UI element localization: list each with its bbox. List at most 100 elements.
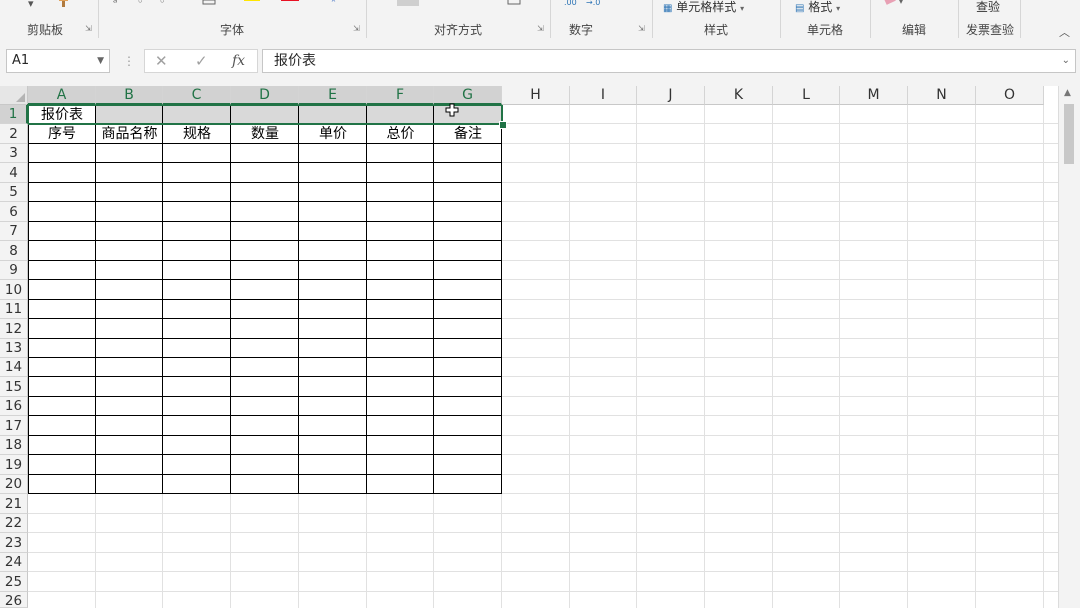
styles-group-label: 样式 xyxy=(703,23,728,37)
row-header-6[interactable]: 6 xyxy=(0,202,28,222)
cell-styles-button[interactable]: ▦ 单元格样式 ▾ xyxy=(663,0,744,15)
fill-handle[interactable] xyxy=(499,121,507,129)
row-header-1[interactable]: 1 xyxy=(0,105,28,124)
format-button[interactable]: ▤ 格式 ▾ xyxy=(795,0,840,15)
column-header-k[interactable]: K xyxy=(705,86,773,105)
row-header-5[interactable]: 5 xyxy=(0,183,28,202)
format-painter-icon[interactable] xyxy=(56,0,72,8)
row-header-23[interactable]: 23 xyxy=(0,533,28,553)
table-border xyxy=(28,299,502,300)
row-header-26[interactable]: 26 xyxy=(0,592,28,609)
scrollbar-thumb[interactable] xyxy=(1064,104,1074,164)
expand-formula-bar-icon[interactable]: ⌄ xyxy=(1062,50,1070,72)
column-header-l[interactable]: L xyxy=(773,86,840,105)
column-header-n[interactable]: N xyxy=(908,86,976,105)
font-color-icon[interactable] xyxy=(279,0,301,6)
column-header-a[interactable]: A xyxy=(28,86,96,105)
row-header-4[interactable]: 4 xyxy=(0,163,28,183)
formula-bar-grip-icon[interactable]: ⋮ xyxy=(123,54,135,68)
dialog-launcher-icon[interactable]: ⇲ xyxy=(353,24,360,33)
scroll-up-icon[interactable]: ▲ xyxy=(1064,88,1071,98)
column-header-c[interactable]: C xyxy=(163,86,231,105)
row-header-22[interactable]: 22 xyxy=(0,514,28,533)
column-header-f[interactable]: F xyxy=(367,86,434,105)
row-header-19[interactable]: 19 xyxy=(0,455,28,475)
header-cell[interactable]: 总价 xyxy=(367,125,434,143)
header-cell[interactable]: 单价 xyxy=(299,125,367,143)
select-all-button[interactable] xyxy=(0,86,28,105)
vertical-scrollbar[interactable]: ▲ xyxy=(1058,86,1080,608)
align-center-icon[interactable] xyxy=(397,0,419,6)
column-header-j[interactable]: J xyxy=(637,86,705,105)
increase-decimal-icon[interactable]: →.0 xyxy=(586,0,600,9)
header-cell[interactable]: 商品名称 xyxy=(96,125,163,143)
column-header-b[interactable]: B xyxy=(96,86,163,105)
column-header-o[interactable]: O xyxy=(976,86,1044,105)
row-header-16[interactable]: 16 xyxy=(0,397,28,416)
column-header-i[interactable]: I xyxy=(570,86,637,105)
ribbon-group-cells: ▤ 格式 ▾ 单元格 xyxy=(781,0,869,40)
name-box[interactable]: A1 ▼ xyxy=(6,49,110,73)
align-right-icon[interactable]: ‾ xyxy=(429,0,435,7)
merge-center-icon[interactable] xyxy=(507,0,521,6)
row-header-21[interactable]: 21 xyxy=(0,494,28,514)
collapse-ribbon-icon[interactable]: ︿ xyxy=(1059,24,1070,40)
gridline xyxy=(28,591,1058,592)
formula-input[interactable]: 报价表 ⌄ xyxy=(262,49,1076,73)
header-cell[interactable]: 数量 xyxy=(231,125,299,143)
eraser-icon[interactable]: ▾ xyxy=(883,0,905,8)
border-icon[interactable] xyxy=(202,0,216,6)
table-border xyxy=(28,493,502,494)
indent-icon[interactable]: ‾‾ xyxy=(453,0,464,7)
alignment-group-label: 对齐方式 xyxy=(433,23,482,37)
phonetic-icon[interactable]: ˣ xyxy=(331,0,336,8)
font-increase-icon[interactable]: ᵃ xyxy=(113,0,117,9)
chevron-down-icon: ▾ xyxy=(740,4,745,13)
row-header-18[interactable]: 18 xyxy=(0,436,28,455)
font-size-icon[interactable]: ◦ xyxy=(159,0,166,8)
row-header-11[interactable]: 11 xyxy=(0,300,28,319)
header-cell[interactable]: 规格 xyxy=(163,125,231,143)
insert-function-icon[interactable]: fx xyxy=(232,53,245,69)
column-header-e[interactable]: E xyxy=(299,86,367,105)
row-header-13[interactable]: 13 xyxy=(0,339,28,358)
formula-buttons: ✕ ✓ fx xyxy=(144,49,258,73)
row-header-17[interactable]: 17 xyxy=(0,416,28,436)
cancel-icon[interactable]: ✕ xyxy=(155,52,168,70)
row-header-25[interactable]: 25 xyxy=(0,572,28,592)
row-header-2[interactable]: 2 xyxy=(0,124,28,144)
clipboard-group-label: 剪贴板 xyxy=(26,23,63,37)
chevron-down-icon[interactable]: ▾ xyxy=(28,0,34,10)
row-header-15[interactable]: 15 xyxy=(0,377,28,397)
row-header-8[interactable]: 8 xyxy=(0,241,28,261)
header-cell[interactable]: 备注 xyxy=(434,125,502,143)
outdent-icon[interactable]: ‾‾ xyxy=(477,0,488,7)
worksheet-grid[interactable]: 报价表 序号 商品名称 规格 数量 单价 总价 备注 A B C D E F G H I J K L M N O 1 2 3 4 5 6… xyxy=(0,86,1080,609)
ribbon-group-editing: ▾ 编辑 xyxy=(871,0,957,40)
dialog-launcher-icon[interactable]: ⇲ xyxy=(638,24,645,33)
invoice-check-button[interactable]: 查验 xyxy=(976,0,1000,15)
row-header-24[interactable]: 24 xyxy=(0,553,28,572)
font-decrease-icon[interactable]: ◦ xyxy=(137,0,144,8)
align-left-icon[interactable]: ‾ xyxy=(381,0,387,7)
row-header-12[interactable]: 12 xyxy=(0,319,28,339)
column-header-h[interactable]: H xyxy=(502,86,570,105)
row-header-9[interactable]: 9 xyxy=(0,261,28,280)
row-header-14[interactable]: 14 xyxy=(0,358,28,377)
divider xyxy=(1020,0,1021,38)
row-header-7[interactable]: 7 xyxy=(0,222,28,241)
column-header-m[interactable]: M xyxy=(840,86,908,105)
row-header-3[interactable]: 3 xyxy=(0,144,28,163)
chevron-down-icon[interactable]: ▼ xyxy=(97,50,104,72)
decrease-decimal-icon[interactable]: .00 xyxy=(564,0,577,9)
ribbon-group-invoice: 查验 发票查验 xyxy=(959,0,1021,40)
header-cell[interactable]: 序号 xyxy=(28,125,96,143)
table-border xyxy=(28,376,502,377)
row-header-10[interactable]: 10 xyxy=(0,280,28,300)
fill-color-icon[interactable] xyxy=(241,0,263,6)
enter-icon[interactable]: ✓ xyxy=(195,52,208,70)
row-header-20[interactable]: 20 xyxy=(0,475,28,494)
table-border xyxy=(28,357,502,358)
column-header-d[interactable]: D xyxy=(231,86,299,105)
dialog-launcher-icon[interactable]: ⇲ xyxy=(85,24,92,33)
